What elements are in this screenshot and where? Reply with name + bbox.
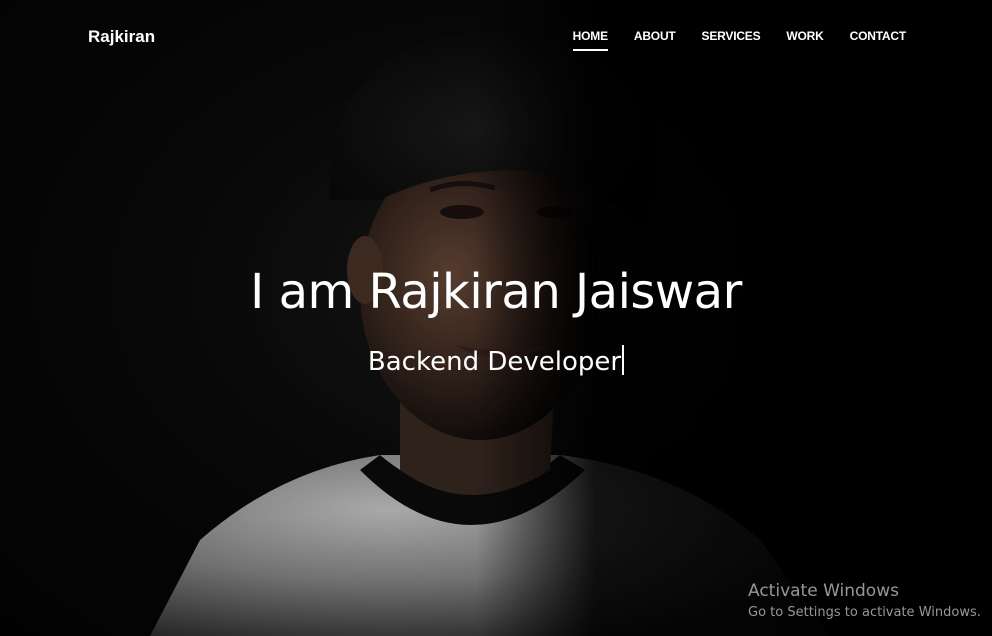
activate-windows-watermark: Activate Windows Go to Settings to activ… [748, 580, 981, 623]
nav-item-work: WORK [786, 29, 823, 51]
nav-link-contact[interactable]: CONTACT [850, 29, 907, 49]
hero-section: Rajkiran HOME ABOUT SERVICES WORK CONTAC… [0, 0, 992, 636]
typed-text: Backend Developer [367, 347, 622, 377]
nav-item-home: HOME [572, 29, 608, 51]
hero-headline: I am Rajkiran Jaiswar [250, 264, 742, 320]
hero-subtitle: Backend Developer [0, 345, 992, 377]
nav-item-services: SERVICES [702, 29, 761, 51]
nav-item-contact: CONTACT [850, 29, 907, 51]
nav-link-work[interactable]: WORK [786, 29, 823, 49]
nav-link-home[interactable]: HOME [572, 29, 608, 51]
nav-menu: HOME ABOUT SERVICES WORK CONTACT [547, 29, 906, 51]
nav-link-services[interactable]: SERVICES [702, 29, 761, 49]
nav-link-about[interactable]: ABOUT [634, 29, 676, 49]
brand-logo[interactable]: Rajkiran [88, 27, 155, 47]
nav-item-about: ABOUT [634, 29, 676, 51]
navbar: Rajkiran HOME ABOUT SERVICES WORK CONTAC… [0, 0, 992, 76]
typing-cursor [622, 345, 625, 375]
watermark-title: Activate Windows [748, 581, 899, 601]
watermark-subtitle: Go to Settings to activate Windows. [748, 605, 981, 620]
